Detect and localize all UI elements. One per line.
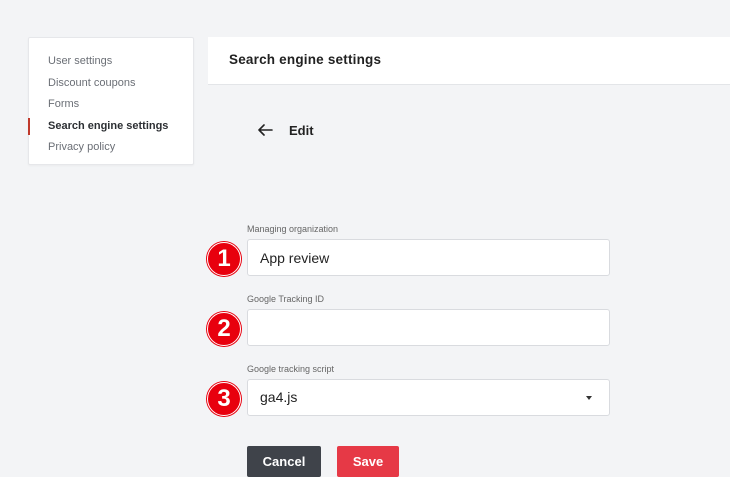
sidebar-item-forms[interactable]: Forms: [29, 94, 193, 116]
sidebar-item-search-engine-settings[interactable]: Search engine settings: [28, 116, 193, 138]
edit-title: Edit: [289, 122, 314, 138]
google-tracking-id-field-group: Google Tracking ID 2: [207, 294, 610, 346]
google-tracking-script-value: ga4.js: [260, 389, 298, 405]
google-tracking-id-label: Google Tracking ID: [247, 294, 325, 304]
save-button[interactable]: Save: [337, 446, 399, 477]
edit-header: Edit: [256, 120, 314, 140]
managing-organization-label: Managing organization: [247, 224, 339, 234]
sidebar-item-discount-coupons[interactable]: Discount coupons: [29, 73, 193, 95]
annotation-badge-2: 2: [207, 312, 241, 346]
google-tracking-script-label: Google tracking script: [247, 364, 335, 374]
main-panel: Search engine settings Edit Managing org…: [207, 37, 730, 477]
annotation-badge-1: 1: [207, 242, 241, 276]
settings-sidebar: User settings Discount coupons Forms Sea…: [28, 37, 194, 165]
google-tracking-script-select[interactable]: ga4.js: [247, 379, 610, 416]
google-tracking-script-field-group: Google tracking script 3 ga4.js: [207, 364, 610, 416]
managing-organization-field-group: Managing organization 1: [207, 224, 610, 276]
cancel-button[interactable]: Cancel: [247, 446, 321, 477]
dropdown-caret-icon: [586, 396, 592, 400]
google-tracking-id-input[interactable]: [247, 309, 610, 346]
sidebar-item-user-settings[interactable]: User settings: [29, 51, 193, 73]
annotation-badge-3: 3: [207, 382, 241, 416]
back-arrow-icon[interactable]: [256, 123, 274, 137]
page-title: Search engine settings: [208, 37, 730, 85]
managing-organization-input[interactable]: [247, 239, 610, 276]
sidebar-item-privacy-policy[interactable]: Privacy policy: [29, 137, 193, 159]
